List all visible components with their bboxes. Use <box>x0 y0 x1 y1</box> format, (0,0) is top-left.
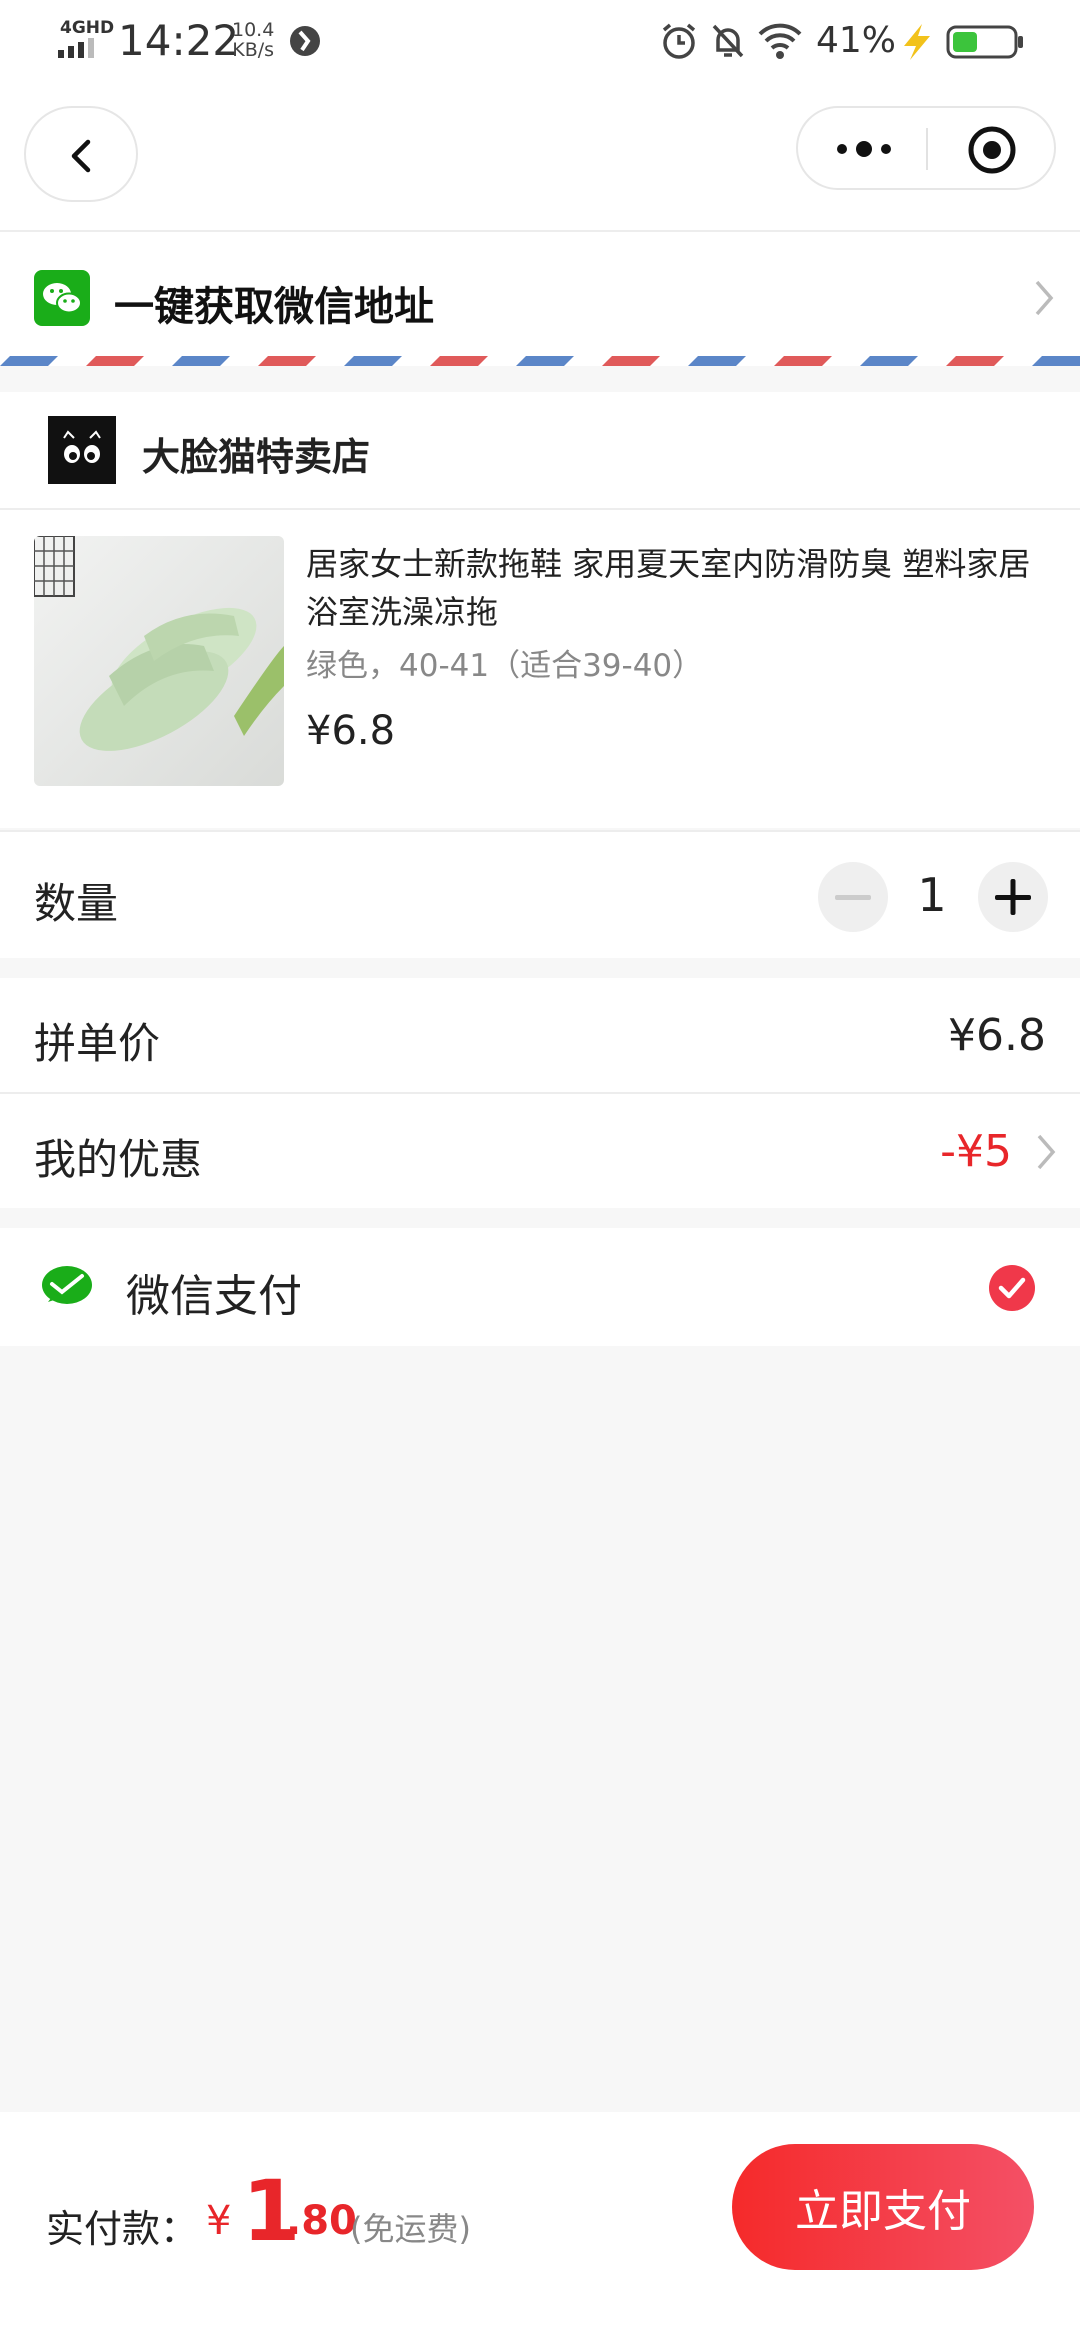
discount-row[interactable]: 我的优惠 -¥5 <box>0 1094 1080 1208</box>
increase-button[interactable] <box>978 862 1048 932</box>
shipping-note: (免运费) <box>350 2210 471 2248</box>
target-icon[interactable] <box>966 124 1018 176</box>
signal-icon <box>58 38 94 58</box>
mute-bell-icon <box>712 24 744 58</box>
status-bar: 4GHD 14:22 10.4 KB/s 41% <box>0 0 1080 88</box>
checkout-bar: 实付款： ¥ 1 .80 (免运费) 立即支付 <box>0 2112 1080 2340</box>
store-header[interactable]: 大脸猫特卖店 <box>0 392 1080 510</box>
alarm-icon <box>662 23 696 59</box>
total-amount-dec: .80 <box>286 2198 357 2244</box>
chevron-right-icon <box>1035 280 1054 316</box>
product-item[interactable]: 居家女士新款拖鞋 家用夏天室内防滑防臭 塑料家居浴室洗澡凉拖 绿色，40-41（… <box>0 508 1080 828</box>
group-price-row: 拼单价 ¥6.8 <box>0 978 1080 1094</box>
order-card: 大脸猫特卖店 居家女士新款拖鞋 家用夏天室内防滑防臭 塑料家居浴室洗澡凉拖 绿色… <box>0 392 1080 828</box>
group-price-value: ¥6.8 <box>948 1010 1046 1061</box>
capsule-divider <box>926 128 928 170</box>
quantity-row: 数量 1 <box>0 830 1080 958</box>
back-button[interactable] <box>24 106 138 202</box>
total-label: 实付款： <box>46 2207 199 2251</box>
charging-bolt-icon <box>904 24 930 60</box>
pricing-section: 拼单价 ¥6.8 我的优惠 -¥5 <box>0 978 1080 1208</box>
payment-method-label: 微信支付 <box>126 1271 302 1322</box>
discount-value: -¥5 <box>940 1126 1012 1177</box>
quantity-value: 1 <box>917 868 947 922</box>
store-name: 大脸猫特卖店 <box>142 435 371 479</box>
plus-icon <box>995 879 1031 915</box>
pay-now-button[interactable]: 立即支付 <box>732 2144 1034 2270</box>
product-image <box>34 536 284 786</box>
mini-program-capsule <box>796 106 1056 190</box>
network-speed: 10.4 KB/s <box>232 19 275 61</box>
battery-percent: 41% <box>816 20 897 61</box>
minus-icon <box>835 895 871 900</box>
group-price-label: 拼单价 <box>34 1019 161 1068</box>
discount-label: 我的优惠 <box>34 1135 203 1184</box>
wechat-pay-icon <box>42 1266 92 1304</box>
nav-bar <box>0 88 1080 232</box>
payment-method-row[interactable]: 微信支付 <box>0 1228 1080 1346</box>
chevron-right-icon <box>1037 1134 1056 1170</box>
get-wechat-address-row[interactable]: 一键获取微信地址 <box>0 232 1080 362</box>
network-type: 4GHD <box>60 18 115 38</box>
product-title: 居家女士新款拖鞋 家用夏天室内防滑防臭 塑料家居浴室洗澡凉拖 <box>306 545 1031 631</box>
airmail-stripe <box>0 356 1080 366</box>
product-spec: 绿色，40-41（适合39-40） <box>306 648 704 684</box>
chevron-left-icon <box>71 139 91 173</box>
quantity-label: 数量 <box>34 879 119 928</box>
app-notification-icon <box>290 26 320 56</box>
total-currency: ¥ <box>206 2198 232 2244</box>
battery-icon <box>946 25 1023 59</box>
wechat-icon <box>34 270 90 326</box>
more-dots-icon[interactable] <box>834 134 894 164</box>
address-label: 一键获取微信地址 <box>114 284 434 330</box>
decrease-button[interactable] <box>818 862 888 932</box>
selected-check-icon[interactable] <box>988 1264 1036 1312</box>
store-avatar <box>48 416 116 484</box>
clock: 14:22 <box>118 16 240 65</box>
wifi-icon <box>758 23 802 59</box>
product-price: ¥6.8 <box>306 708 396 754</box>
